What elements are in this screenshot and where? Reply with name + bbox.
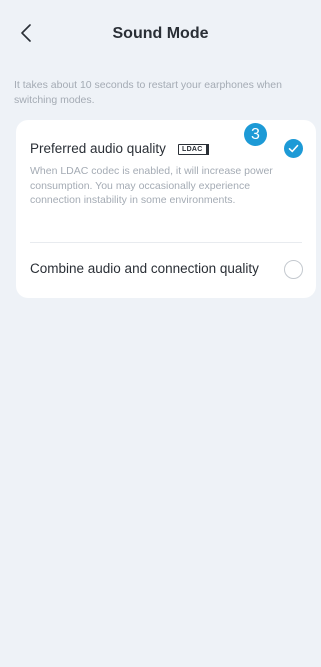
restart-hint: It takes about 10 seconds to restart you… — [14, 79, 282, 106]
option-description: When LDAC codec is enabled, it will incr… — [30, 165, 273, 206]
option-combine-audio-connection[interactable]: Combine audio and connection quality — [16, 243, 316, 298]
option-preferred-audio-quality[interactable]: Preferred audio quality LDAC 3 When LDAC… — [16, 120, 316, 242]
checkmark-selected-icon[interactable] — [284, 139, 303, 158]
header: Sound Mode — [0, 0, 321, 70]
option-title: Combine audio and connection quality — [30, 261, 259, 276]
option-title: Preferred audio quality — [30, 141, 166, 156]
sound-mode-options-card: Preferred audio quality LDAC 3 When LDAC… — [16, 120, 316, 298]
check-icon — [288, 144, 299, 153]
radio-unselected-icon[interactable] — [284, 260, 303, 279]
page-title: Sound Mode — [112, 25, 209, 42]
step-marker: 3 — [244, 123, 267, 146]
ldac-badge: LDAC — [178, 144, 209, 155]
